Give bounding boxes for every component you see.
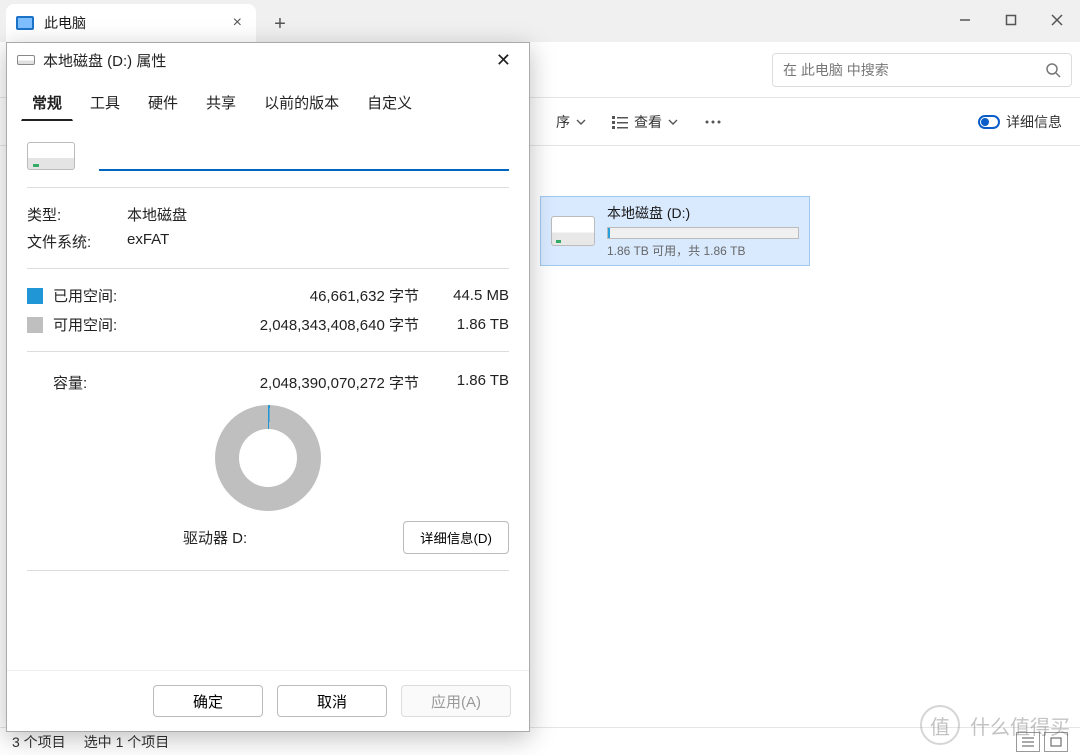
drive-properties-dialog: 本地磁盘 (D:) 属性 ✕ 常规 工具 硬件 共享 以前的版本 自定义 类型:…	[6, 42, 530, 732]
details-pane-toggle[interactable]: 详细信息	[978, 112, 1062, 132]
monitor-icon	[16, 16, 34, 30]
used-swatch-icon	[27, 288, 43, 304]
capacity-human: 1.86 TB	[419, 372, 509, 393]
watermark: 值 什么值得买	[920, 705, 1070, 745]
close-window-button[interactable]	[1034, 0, 1080, 40]
dialog-tabs: 常规 工具 硬件 共享 以前的版本 自定义	[7, 77, 529, 121]
cancel-button[interactable]: 取消	[277, 685, 387, 717]
drive-icon	[27, 142, 75, 170]
toggle-icon	[978, 115, 1000, 129]
more-menu[interactable]	[704, 119, 722, 125]
free-bytes: 2,048,343,408,640 字节	[141, 314, 419, 335]
usage-pie-chart	[215, 405, 321, 511]
drive-icon	[551, 216, 595, 246]
capacity-label: 容量:	[27, 372, 141, 393]
new-tab-button[interactable]: +	[262, 6, 298, 42]
tab-previous[interactable]: 以前的版本	[253, 85, 350, 121]
search-input[interactable]: 在 此电脑 中搜索	[772, 53, 1072, 87]
drive-item-d[interactable]: 本地磁盘 (D:) 1.86 TB 可用，共 1.86 TB	[540, 196, 810, 266]
tab-tools[interactable]: 工具	[79, 85, 131, 121]
dialog-title-bar: 本地磁盘 (D:) 属性 ✕	[7, 43, 529, 77]
capacity-bar	[607, 227, 799, 239]
status-selected: 选中 1 个项目	[84, 732, 170, 752]
filesystem-value: exFAT	[127, 231, 169, 252]
tab-this-pc[interactable]: 此电脑 ×	[6, 4, 256, 42]
dialog-close-button[interactable]: ✕	[488, 46, 519, 75]
dialog-buttons: 确定 取消 应用(A)	[7, 670, 529, 731]
dialog-title: 本地磁盘 (D:) 属性	[43, 50, 166, 71]
drive-info: 本地磁盘 (D:) 1.86 TB 可用，共 1.86 TB	[607, 203, 799, 259]
ellipsis-icon	[704, 119, 722, 125]
dialog-body: 类型: 本地磁盘 文件系统: exFAT 已用空间: 46,661,632 字节…	[7, 121, 529, 670]
details-label: 详细信息	[1006, 112, 1062, 132]
minimize-button[interactable]	[942, 0, 988, 40]
type-value: 本地磁盘	[127, 204, 187, 225]
space-block: 已用空间: 46,661,632 字节 44.5 MB 可用空间: 2,048,…	[27, 285, 509, 335]
free-label: 可用空间:	[53, 314, 141, 335]
search-placeholder: 在 此电脑 中搜索	[783, 60, 889, 80]
tab-title: 此电脑	[44, 13, 86, 33]
used-bytes: 46,661,632 字节	[141, 285, 419, 306]
view-menu[interactable]: 查看	[612, 112, 678, 132]
type-label: 类型:	[27, 204, 127, 225]
free-human: 1.86 TB	[419, 316, 509, 333]
watermark-text: 什么值得买	[970, 711, 1070, 740]
ok-button[interactable]: 确定	[153, 685, 263, 717]
capacity-text: 1.86 TB 可用，共 1.86 TB	[607, 242, 799, 259]
tab-close-icon[interactable]: ×	[233, 14, 242, 32]
sort-menu[interactable]: 序	[556, 112, 586, 132]
maximize-button[interactable]	[988, 0, 1034, 40]
status-count: 3 个项目	[12, 732, 66, 752]
tab-hardware[interactable]: 硬件	[137, 85, 189, 121]
free-swatch-icon	[27, 317, 43, 333]
disk-cleanup-button[interactable]: 详细信息(D)	[403, 521, 509, 554]
drive-name: 本地磁盘 (D:)	[607, 203, 799, 223]
apply-button[interactable]: 应用(A)	[401, 685, 511, 717]
tab-sharing[interactable]: 共享	[195, 85, 247, 121]
drive-label-input[interactable]	[99, 141, 509, 171]
capacity-bytes: 2,048,390,070,272 字节	[141, 372, 419, 393]
watermark-stamp: 值	[920, 705, 960, 745]
tab-strip: 此电脑 × +	[0, 0, 1080, 42]
window-controls	[942, 0, 1080, 40]
sort-label: 序	[556, 112, 570, 132]
used-human: 44.5 MB	[419, 287, 509, 304]
filesystem-label: 文件系统:	[27, 231, 127, 252]
search-icon	[1045, 62, 1061, 78]
view-label: 查看	[634, 112, 662, 132]
tab-general[interactable]: 常规	[21, 85, 73, 121]
list-icon	[612, 115, 628, 129]
used-label: 已用空间:	[53, 285, 141, 306]
drive-letter-label: 驱动器 D:	[27, 527, 403, 548]
tab-custom[interactable]: 自定义	[356, 85, 423, 121]
chevron-down-icon	[576, 117, 586, 127]
drive-icon	[17, 55, 35, 65]
chevron-down-icon	[668, 117, 678, 127]
